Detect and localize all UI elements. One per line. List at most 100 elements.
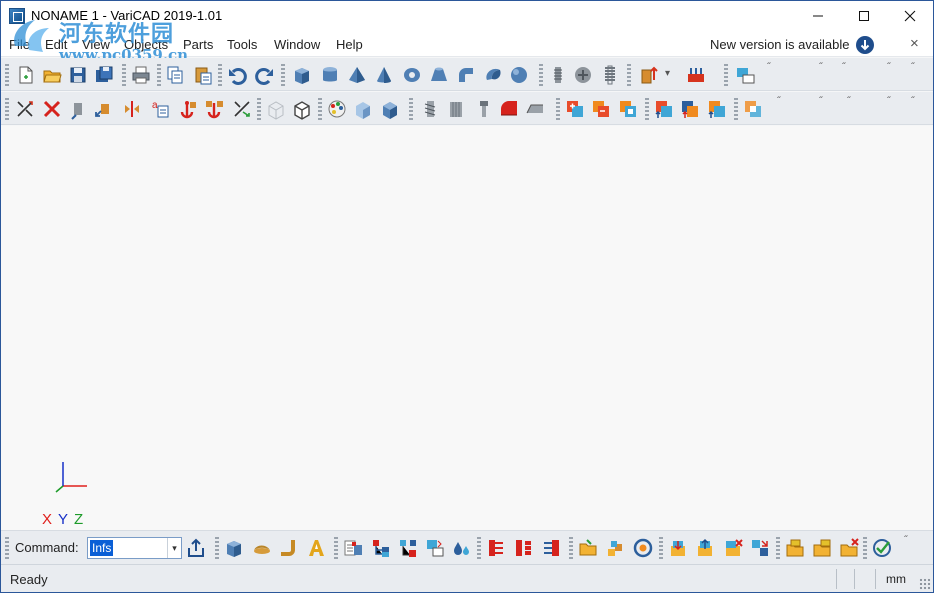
redo-button[interactable] — [254, 64, 276, 86]
cone-solid-button[interactable] — [373, 64, 395, 86]
menu-objects[interactable]: Objects — [124, 37, 168, 52]
menu-parts[interactable]: Parts — [183, 37, 213, 52]
toolbar-grip[interactable] — [218, 64, 222, 86]
paste-button[interactable] — [192, 64, 214, 86]
save-file-button[interactable] — [67, 64, 89, 86]
transform-axes-button[interactable] — [231, 98, 253, 120]
mirror-button[interactable] — [121, 98, 143, 120]
thread-button[interactable] — [547, 64, 569, 86]
toolbar-grip[interactable] — [5, 537, 9, 559]
part-swap-button[interactable] — [749, 537, 771, 559]
toolbar-grip[interactable] — [215, 537, 219, 559]
tree-select-button[interactable] — [540, 537, 562, 559]
transform-button[interactable] — [14, 98, 36, 120]
varicad-app-icon[interactable] — [9, 8, 25, 24]
group-circle-button[interactable] — [632, 537, 654, 559]
boolean-cut-up-button[interactable] — [706, 98, 728, 120]
toolbar-grip[interactable] — [257, 98, 261, 120]
resize-grip[interactable] — [919, 578, 931, 590]
command-input[interactable]: Infs ▾ — [87, 537, 182, 559]
toolbar-overflow-icon[interactable]: ˝ — [887, 62, 891, 73]
bom-button[interactable] — [342, 537, 364, 559]
hierarchy-button[interactable] — [397, 537, 419, 559]
move-button[interactable] — [67, 98, 89, 120]
copy-button[interactable] — [164, 64, 186, 86]
toolbar-overflow-icon[interactable]: ˝ — [847, 96, 851, 107]
hole-button[interactable] — [445, 98, 467, 120]
folder-export-button[interactable] — [811, 537, 833, 559]
solid-box-button[interactable] — [223, 537, 245, 559]
toolbar-grip[interactable] — [539, 64, 543, 86]
frustum-solid-button[interactable] — [428, 64, 450, 86]
tube-solid-button[interactable] — [401, 64, 423, 86]
insert-part-button[interactable] — [638, 64, 660, 86]
toolbar-grip[interactable] — [776, 537, 780, 559]
box-solid-button[interactable] — [291, 64, 313, 86]
elbow-solid-button[interactable] — [455, 64, 477, 86]
new-file-button[interactable] — [14, 64, 36, 86]
color-palette-button[interactable] — [326, 98, 348, 120]
boolean-subtract-button[interactable] — [590, 98, 612, 120]
part-delete-button[interactable] — [722, 537, 744, 559]
save-all-button[interactable] — [93, 64, 115, 86]
check-button[interactable] — [871, 537, 893, 559]
toolbar-grip[interactable] — [659, 537, 663, 559]
menu-edit[interactable]: Edit — [45, 37, 67, 52]
toolbar-overflow-icon[interactable]: ˝ — [911, 96, 915, 107]
toolbar-grip[interactable] — [122, 64, 126, 86]
wireframe-view-button[interactable] — [265, 98, 287, 120]
text-3d-button[interactable] — [305, 537, 327, 559]
boolean-add-up-button[interactable] — [653, 98, 675, 120]
open-file-button[interactable] — [41, 64, 63, 86]
minimize-button[interactable] — [795, 1, 841, 31]
toolbar-overflow-icon[interactable]: ˝ — [767, 62, 771, 73]
pipe-button[interactable] — [277, 537, 299, 559]
toolbar-overflow-icon[interactable]: ˝ — [842, 62, 846, 73]
part-export-button[interactable] — [694, 537, 716, 559]
toolbar-grip[interactable] — [863, 537, 867, 559]
toolbar-overflow-icon[interactable]: ˝ — [887, 96, 891, 107]
anchor-button[interactable] — [176, 98, 198, 120]
group-open-button[interactable] — [577, 537, 599, 559]
toolbar-grip[interactable] — [5, 64, 9, 86]
toolbar-grip[interactable] — [734, 98, 738, 120]
solid-view-button[interactable] — [379, 98, 401, 120]
toolbar-grip[interactable] — [477, 537, 481, 559]
shading-button[interactable] — [352, 98, 374, 120]
download-arrow-icon[interactable] — [856, 36, 874, 54]
folder-delete-button[interactable] — [838, 537, 860, 559]
toolbar-grip[interactable] — [157, 64, 161, 86]
torus-solid-button[interactable] — [482, 64, 504, 86]
chevron-down-icon[interactable]: ▾ — [167, 538, 181, 558]
maximize-button[interactable] — [841, 1, 887, 31]
export-button[interactable] — [734, 64, 756, 86]
menu-view[interactable]: View — [82, 37, 110, 52]
screw-button[interactable] — [473, 98, 495, 120]
menu-help[interactable]: Help — [336, 37, 363, 52]
undo-button[interactable] — [226, 64, 248, 86]
toolbar-overflow-icon[interactable]: ˝ — [819, 96, 823, 107]
toolbar-grip[interactable] — [724, 64, 728, 86]
sweep-button[interactable] — [251, 537, 273, 559]
copy-move-button[interactable] — [93, 98, 115, 120]
toolbar-grip[interactable] — [409, 98, 413, 120]
toolbar-grip[interactable] — [569, 537, 573, 559]
menu-tools[interactable]: Tools — [227, 37, 257, 52]
toolbar-grip[interactable] — [5, 98, 9, 120]
new-version-link[interactable]: New version is available — [710, 37, 849, 52]
toolbar-grip[interactable] — [645, 98, 649, 120]
toolbar-grip[interactable] — [318, 98, 322, 120]
attribute-button[interactable]: a — [149, 98, 171, 120]
toolbar-overflow-icon[interactable]: ˝ — [819, 62, 823, 73]
share-button[interactable] — [185, 537, 207, 559]
menu-window[interactable]: Window — [274, 37, 320, 52]
print-button[interactable] — [130, 64, 152, 86]
drawing-canvas[interactable] — [1, 126, 933, 530]
group-blocks-button[interactable] — [605, 537, 627, 559]
toolbar-overflow-icon[interactable]: ˝ — [777, 96, 781, 107]
tree-collapse-button[interactable] — [512, 537, 534, 559]
part-import-button[interactable] — [667, 537, 689, 559]
pyramid-solid-button[interactable] — [346, 64, 368, 86]
boolean-add-button[interactable] — [564, 98, 586, 120]
chamfer-button[interactable] — [524, 98, 546, 120]
